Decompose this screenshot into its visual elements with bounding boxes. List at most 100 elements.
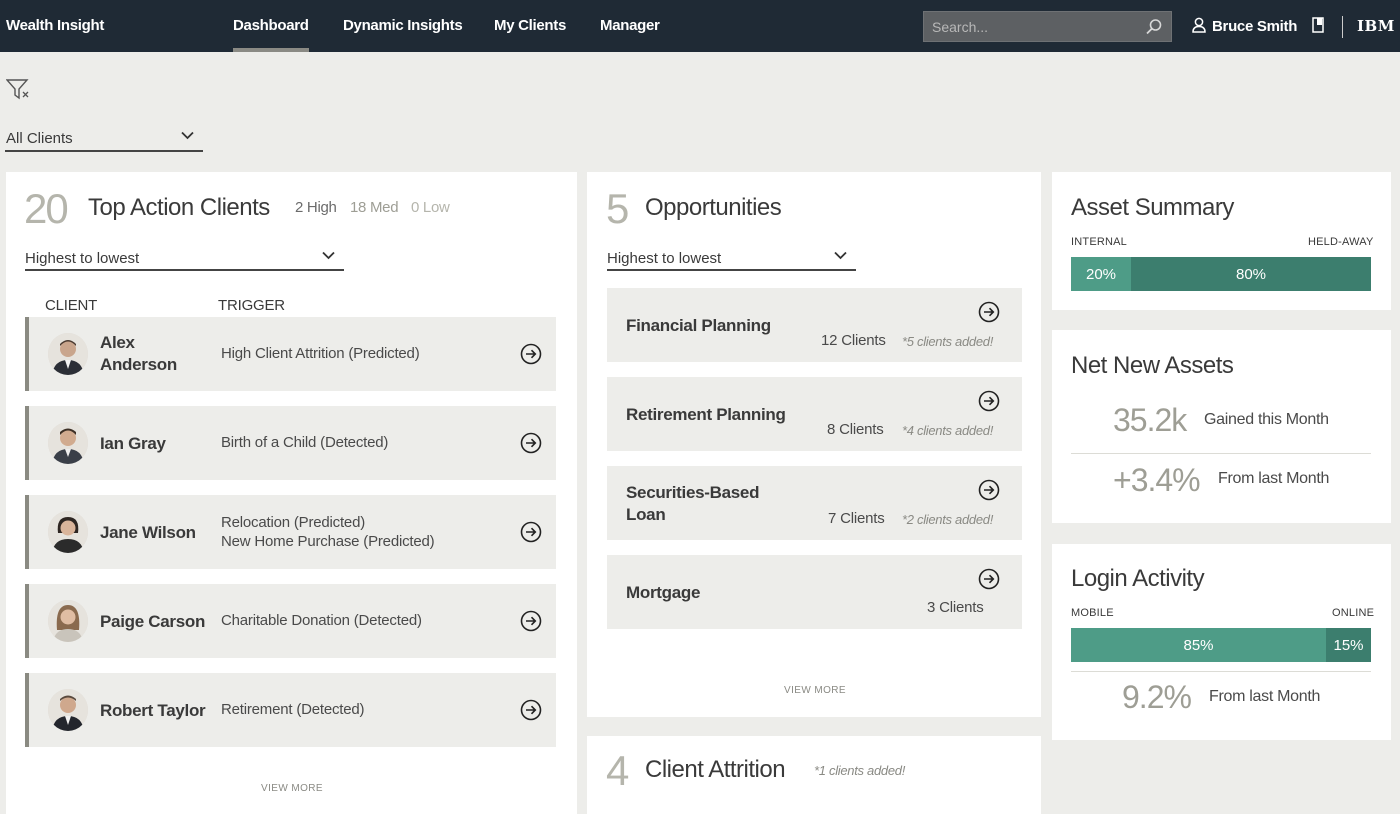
divider: [1071, 671, 1371, 672]
login-online-segment: 15%: [1326, 628, 1371, 662]
arrow-right-circle-icon[interactable]: [520, 699, 542, 721]
client-name: Alex Anderson: [100, 333, 177, 374]
client-trigger: Retirement (Detected): [221, 701, 365, 718]
login-online-label: ONLINE: [1332, 607, 1375, 619]
asset-summary-title: Asset Summary: [1071, 194, 1234, 221]
opportunities-count: 5: [606, 185, 629, 232]
severity-high[interactable]: 2 High: [295, 199, 337, 216]
dropdown-underline: [25, 269, 344, 271]
avatar: [48, 333, 88, 375]
user-menu[interactable]: Bruce Smith: [1192, 17, 1297, 35]
net-new-assets-value: 35.2k: [1113, 402, 1187, 438]
opportunity-added-note: *4 clients added!: [902, 423, 994, 438]
login-activity-title: Login Activity: [1071, 565, 1205, 592]
arrow-right-circle-icon[interactable]: [520, 432, 542, 454]
chevron-down-icon: [834, 251, 847, 260]
arrow-right-circle-icon[interactable]: [520, 343, 542, 365]
client-name: Ian Gray: [100, 434, 166, 453]
client-trigger: Charitable Donation (Detected): [221, 612, 422, 629]
attrition-added-note: *1 clients added!: [814, 763, 906, 778]
attrition-count: 4: [606, 747, 629, 794]
nav-dashboard[interactable]: Dashboard: [233, 17, 309, 52]
divider: [1071, 453, 1371, 454]
client-name: Paige Carson: [100, 612, 206, 631]
login-split-bar: 85% 15%: [1071, 628, 1371, 662]
avatar: [48, 689, 88, 731]
dropdown-underline: [5, 150, 203, 152]
top-action-count: 20: [24, 185, 69, 232]
dropdown-underline: [607, 269, 856, 271]
column-header-client: CLIENT: [45, 297, 98, 314]
severity-low[interactable]: 0 Low: [411, 199, 450, 216]
opportunity-client-count: 12 Clients: [821, 332, 886, 349]
search-input[interactable]: [924, 12, 1139, 41]
client-row[interactable]: Alex Anderson High Client Attrition (Pred…: [25, 317, 556, 391]
client-row[interactable]: Ian Gray Birth of a Child (Detected): [25, 406, 556, 480]
opportunity-client-count: 3 Clients: [927, 599, 984, 616]
client-name: Robert Taylor: [100, 701, 206, 720]
arrow-right-circle-icon[interactable]: [978, 568, 1000, 590]
opportunity-title: Retirement Planning: [626, 405, 786, 424]
login-activity-change-label: From last Month: [1209, 688, 1321, 705]
opportunity-row[interactable]: Retirement Planning 8 Clients *4 clients…: [607, 377, 1022, 451]
client-row[interactable]: Paige Carson Charitable Donation (Detect…: [25, 584, 556, 658]
opportunity-title: Financial Planning: [626, 316, 771, 335]
client-row[interactable]: Jane Wilson Relocation (Predicted) New Ho…: [25, 495, 556, 569]
opportunity-title: Mortgage: [626, 583, 701, 602]
opportunity-client-count: 7 Clients: [828, 510, 885, 527]
attrition-title: Client Attrition: [645, 756, 786, 783]
login-mobile-segment: 85%: [1071, 628, 1326, 662]
client-trigger: Birth of a Child (Detected): [221, 434, 389, 451]
client-trigger: Relocation (Predicted) New Home Purchase …: [221, 514, 435, 550]
net-new-assets-change: +3.4%: [1113, 462, 1201, 498]
user-name: Bruce Smith: [1212, 18, 1298, 35]
opportunities-title: Opportunities: [645, 194, 782, 221]
net-new-assets-title: Net New Assets: [1071, 352, 1234, 379]
client-filter-value: All Clients: [6, 130, 73, 147]
nav-divider: [1342, 16, 1343, 38]
arrow-right-circle-icon[interactable]: [520, 610, 542, 632]
client-name: Jane Wilson: [100, 523, 196, 542]
opportunity-title: Securities-Based Loan: [626, 483, 760, 524]
nav-dynamic-insights[interactable]: Dynamic Insights: [343, 17, 463, 34]
opportunity-added-note: *2 clients added!: [902, 512, 994, 527]
top-action-sort-value: Highest to lowest: [25, 250, 140, 267]
top-action-view-more-link[interactable]: VIEW MORE: [261, 783, 323, 794]
chevron-down-icon: [322, 251, 335, 260]
avatar: [48, 600, 88, 642]
arrow-right-circle-icon[interactable]: [520, 521, 542, 543]
net-new-assets-change-label: From last Month: [1218, 470, 1330, 487]
search-icon[interactable]: [1145, 18, 1163, 36]
filter-icon[interactable]: [6, 78, 30, 102]
app-brand[interactable]: Wealth Insight: [6, 17, 104, 34]
opportunities-view-more-link[interactable]: VIEW MORE: [784, 685, 846, 696]
nav-manager[interactable]: Manager: [600, 17, 660, 34]
arrow-right-circle-icon[interactable]: [978, 390, 1000, 412]
asset-held-away-label: HELD-AWAY: [1308, 236, 1374, 248]
top-action-title: Top Action Clients: [88, 194, 270, 221]
asset-held-away-segment: 80%: [1131, 257, 1371, 291]
arrow-right-circle-icon[interactable]: [978, 479, 1000, 501]
opportunity-client-count: 8 Clients: [827, 421, 884, 438]
bookmark-icon[interactable]: [1312, 17, 1324, 33]
opportunity-row[interactable]: Mortgage 3 Clients: [607, 555, 1022, 629]
top-nav-bar: Wealth Insight Dashboard Dynamic Insight…: [0, 0, 1400, 52]
asset-internal-segment: 20%: [1071, 257, 1131, 291]
nav-my-clients[interactable]: My Clients: [494, 17, 566, 34]
chevron-down-icon: [181, 131, 194, 140]
severity-med[interactable]: 18 Med: [350, 199, 399, 216]
column-header-trigger: TRIGGER: [218, 297, 285, 314]
opportunity-row[interactable]: Securities-Based Loan 7 Clients *2 client…: [607, 466, 1022, 540]
ibm-logo: IBM: [1357, 17, 1395, 35]
opportunity-row[interactable]: Financial Planning 12 Clients *5 clients…: [607, 288, 1022, 362]
avatar: [48, 422, 88, 464]
opportunities-sort-value: Highest to lowest: [607, 250, 722, 267]
arrow-right-circle-icon[interactable]: [978, 301, 1000, 323]
opportunity-added-note: *5 clients added!: [902, 334, 994, 349]
asset-split-bar: 20% 80%: [1071, 257, 1371, 291]
client-trigger: High Client Attrition (Predicted): [221, 345, 420, 362]
user-icon: [1192, 17, 1206, 33]
asset-internal-label: INTERNAL: [1071, 236, 1127, 248]
client-row[interactable]: Robert Taylor Retirement (Detected): [25, 673, 556, 747]
login-mobile-label: MOBILE: [1071, 607, 1114, 619]
